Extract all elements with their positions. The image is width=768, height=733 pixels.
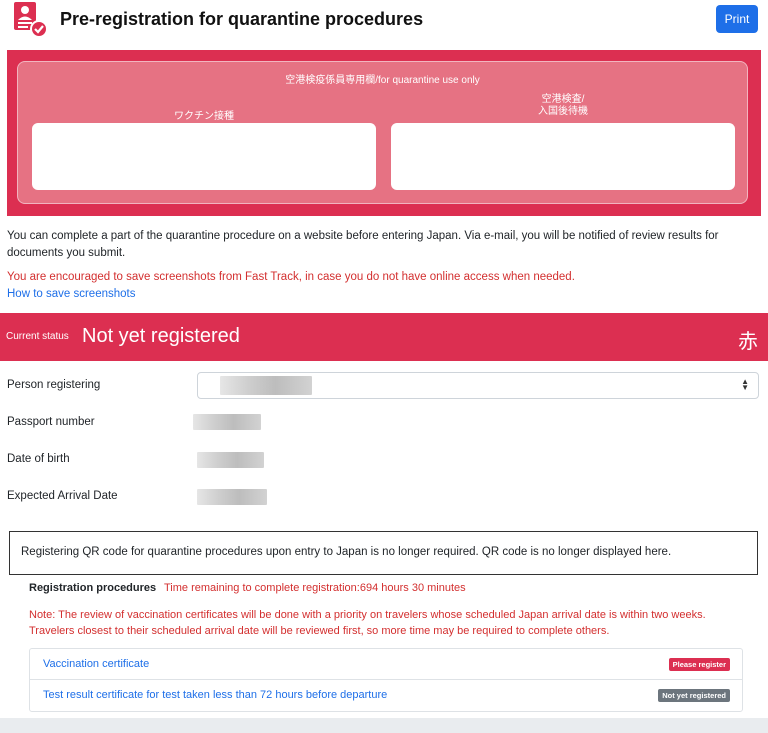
- status-label: Current status: [6, 331, 69, 342]
- redacted-passport-number: [193, 414, 261, 430]
- qr-code-notice: Registering QR code for quarantine proce…: [9, 531, 758, 575]
- vaccination-certificate-link[interactable]: Vaccination certificate: [43, 658, 149, 670]
- document-check-icon: [14, 2, 48, 38]
- person-registering-label: Person registering: [7, 379, 101, 391]
- status-badge: Not yet registered: [658, 689, 730, 702]
- list-item[interactable]: Vaccination certificate Please register: [30, 649, 742, 680]
- inspection-stamp-box: [391, 123, 735, 190]
- intro-text: You can complete a part of the quarantin…: [7, 230, 719, 259]
- airport-inspection-label-line2: 入国後待機: [538, 106, 588, 117]
- print-button[interactable]: Print: [716, 5, 758, 33]
- review-priority-note: Note: The review of vaccination certific…: [29, 607, 749, 639]
- note-line-1: Note: The review of vaccination certific…: [29, 609, 706, 621]
- quarantine-use-panel: 空港検疫係員専用欄/for quarantine use only ワクチン接種…: [7, 50, 761, 216]
- vaccination-stamp-box: [32, 123, 376, 190]
- passport-number-label: Passport number: [7, 416, 95, 428]
- status-badge: Please register: [668, 658, 730, 671]
- redacted-arrival-date: [197, 489, 267, 505]
- status-value: Not yet registered: [82, 325, 240, 347]
- airport-inspection-label-line1: 空港検査/: [541, 94, 585, 105]
- footer-strip: [0, 718, 768, 733]
- list-item[interactable]: Test result certificate for test taken l…: [30, 680, 742, 711]
- redacted-name: [220, 376, 312, 395]
- registration-procedure-list: Vaccination certificate Please register …: [29, 648, 743, 712]
- select-arrows-icon: ▲ ▼: [741, 377, 749, 392]
- status-color-kanji: 赤: [738, 331, 758, 353]
- person-registering-select[interactable]: ▲ ▼: [197, 372, 759, 399]
- airport-inspection-label: 空港検査/ 入国後待機: [391, 94, 735, 118]
- status-bar: Current status Not yet registered 赤: [0, 313, 768, 361]
- registration-procedures-title: Registration procedures: [29, 582, 157, 594]
- qr-notice-text: Registering QR code for quarantine proce…: [21, 546, 672, 558]
- quarantine-inner-box: 空港検疫係員専用欄/for quarantine use only ワクチン接種…: [17, 61, 748, 204]
- page-title: Pre-registration for quarantine procedur…: [60, 9, 424, 29]
- screenshot-warning: You are encouraged to save screenshots f…: [7, 271, 575, 283]
- time-remaining-text: Time remaining to complete registration:…: [164, 582, 466, 594]
- test-result-certificate-link[interactable]: Test result certificate for test taken l…: [43, 689, 387, 701]
- date-of-birth-label: Date of birth: [7, 453, 70, 465]
- expected-arrival-label: Expected Arrival Date: [7, 490, 118, 502]
- vaccination-label: ワクチン接種: [174, 111, 234, 122]
- redacted-date-of-birth: [197, 452, 264, 468]
- note-line-2: Travelers closest to their scheduled arr…: [29, 625, 610, 637]
- quarantine-panel-title: 空港検疫係員専用欄/for quarantine use only: [285, 75, 480, 86]
- page-header: Pre-registration for quarantine procedur…: [0, 0, 768, 40]
- how-to-save-link[interactable]: How to save screenshots: [7, 288, 135, 300]
